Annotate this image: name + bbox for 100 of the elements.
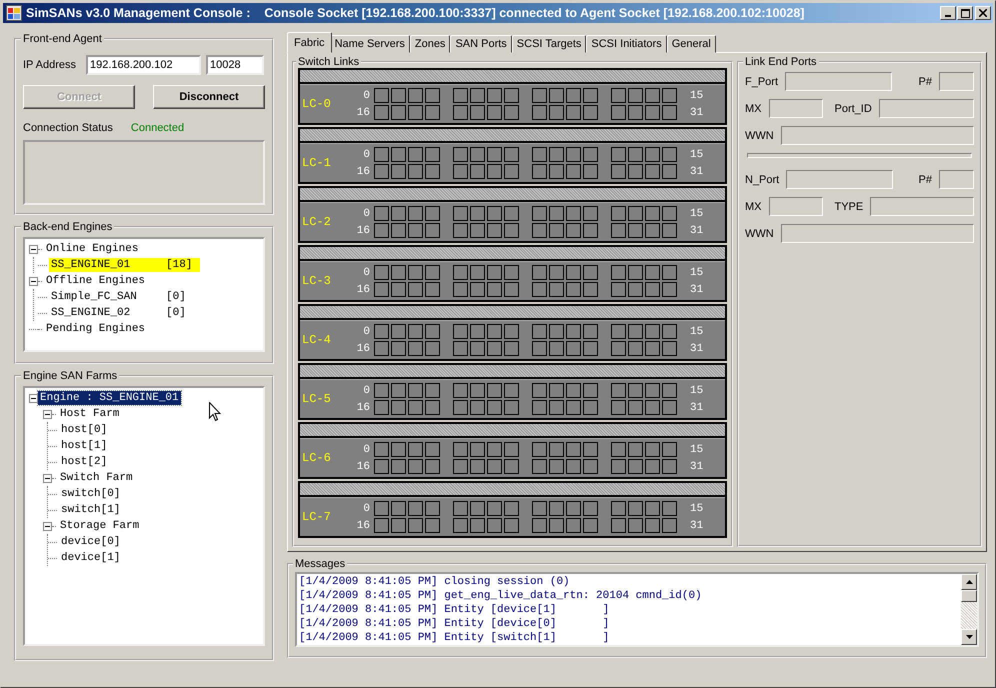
input-field[interactable]	[786, 170, 894, 189]
port-square[interactable]	[549, 206, 564, 221]
port-square[interactable]	[549, 265, 564, 280]
collapse-icon[interactable]	[29, 244, 38, 254]
port-square[interactable]	[583, 442, 598, 457]
port-square[interactable]	[628, 223, 643, 238]
tree-item[interactable]: Pending Engines	[44, 322, 148, 336]
tab[interactable]: Name Servers	[330, 35, 410, 53]
port-square[interactable]	[425, 223, 440, 238]
port-square[interactable]	[425, 164, 440, 179]
port-square[interactable]	[583, 206, 598, 221]
port-square[interactable]	[532, 223, 547, 238]
port-square[interactable]	[583, 164, 598, 179]
port-square[interactable]	[566, 164, 581, 179]
port-square[interactable]	[425, 265, 440, 280]
tab[interactable]: Fabric	[287, 32, 332, 53]
port-square[interactable]	[566, 206, 581, 221]
port-square[interactable]	[628, 383, 643, 398]
port-square[interactable]	[566, 501, 581, 516]
port-square[interactable]	[425, 442, 440, 457]
port-square[interactable]	[408, 206, 423, 221]
scroll-down-icon[interactable]	[961, 629, 977, 645]
port-square[interactable]	[374, 518, 389, 533]
minimize-button[interactable]	[940, 6, 956, 20]
port-square[interactable]	[453, 400, 468, 415]
port-square[interactable]	[611, 164, 626, 179]
port-square[interactable]	[645, 442, 660, 457]
tree-item[interactable]: SS_ENGINE_01 [18]	[49, 258, 200, 272]
port-square[interactable]	[408, 341, 423, 356]
port-square[interactable]	[611, 324, 626, 339]
port-square[interactable]	[453, 518, 468, 533]
port-square[interactable]	[662, 206, 677, 221]
port-square[interactable]	[470, 501, 485, 516]
port-square[interactable]	[532, 383, 547, 398]
scroll-up-icon[interactable]	[961, 574, 977, 590]
port-square[interactable]	[374, 501, 389, 516]
port-square[interactable]	[566, 442, 581, 457]
port-square[interactable]	[425, 282, 440, 297]
port-square[interactable]	[408, 518, 423, 533]
port-square[interactable]	[628, 324, 643, 339]
input-field[interactable]	[768, 197, 822, 216]
port-square[interactable]	[583, 282, 598, 297]
port-square[interactable]	[470, 518, 485, 533]
port-square[interactable]	[487, 400, 502, 415]
port-square[interactable]	[453, 206, 468, 221]
tab[interactable]: SAN Ports	[450, 35, 512, 53]
port-square[interactable]	[470, 324, 485, 339]
port-square[interactable]	[532, 341, 547, 356]
port-square[interactable]	[374, 105, 389, 120]
port-square[interactable]	[408, 147, 423, 162]
input-field[interactable]	[939, 72, 974, 91]
port-square[interactable]	[391, 265, 406, 280]
port-square[interactable]	[391, 147, 406, 162]
port-square[interactable]	[549, 400, 564, 415]
port-square[interactable]	[487, 324, 502, 339]
port-square[interactable]	[662, 164, 677, 179]
port-square[interactable]	[611, 518, 626, 533]
port-square[interactable]	[611, 147, 626, 162]
port-square[interactable]	[549, 324, 564, 339]
port-square[interactable]	[408, 383, 423, 398]
port-square[interactable]	[504, 324, 519, 339]
port-square[interactable]	[628, 105, 643, 120]
port-square[interactable]	[549, 105, 564, 120]
port-square[interactable]	[611, 88, 626, 103]
port-square[interactable]	[532, 164, 547, 179]
port-square[interactable]	[408, 442, 423, 457]
port-square[interactable]	[487, 501, 502, 516]
port-square[interactable]	[532, 147, 547, 162]
port-square[interactable]	[504, 206, 519, 221]
port-square[interactable]	[487, 88, 502, 103]
port-square[interactable]	[391, 282, 406, 297]
port-square[interactable]	[645, 88, 660, 103]
port-square[interactable]	[628, 282, 643, 297]
port-square[interactable]	[504, 105, 519, 120]
port-square[interactable]	[374, 265, 389, 280]
port-square[interactable]	[391, 442, 406, 457]
port-square[interactable]	[453, 147, 468, 162]
port-square[interactable]	[408, 265, 423, 280]
port-square[interactable]	[549, 518, 564, 533]
port-square[interactable]	[583, 88, 598, 103]
port-square[interactable]	[470, 442, 485, 457]
port-square[interactable]	[374, 206, 389, 221]
port-square[interactable]	[549, 383, 564, 398]
input-field[interactable]	[870, 197, 974, 216]
collapse-icon[interactable]	[29, 276, 38, 286]
port-square[interactable]	[566, 400, 581, 415]
port-square[interactable]	[504, 88, 519, 103]
port-square[interactable]	[628, 88, 643, 103]
port-square[interactable]	[549, 164, 564, 179]
port-square[interactable]	[532, 206, 547, 221]
port-square[interactable]	[549, 147, 564, 162]
port-square[interactable]	[628, 147, 643, 162]
port-square[interactable]	[470, 282, 485, 297]
port-square[interactable]	[532, 265, 547, 280]
port-square[interactable]	[583, 459, 598, 474]
scrollbar[interactable]	[961, 574, 977, 645]
tree-item[interactable]: Switch Farm	[58, 471, 135, 485]
port-square[interactable]	[583, 518, 598, 533]
port-square[interactable]	[566, 223, 581, 238]
tree-item[interactable]: host[2]	[59, 455, 110, 469]
